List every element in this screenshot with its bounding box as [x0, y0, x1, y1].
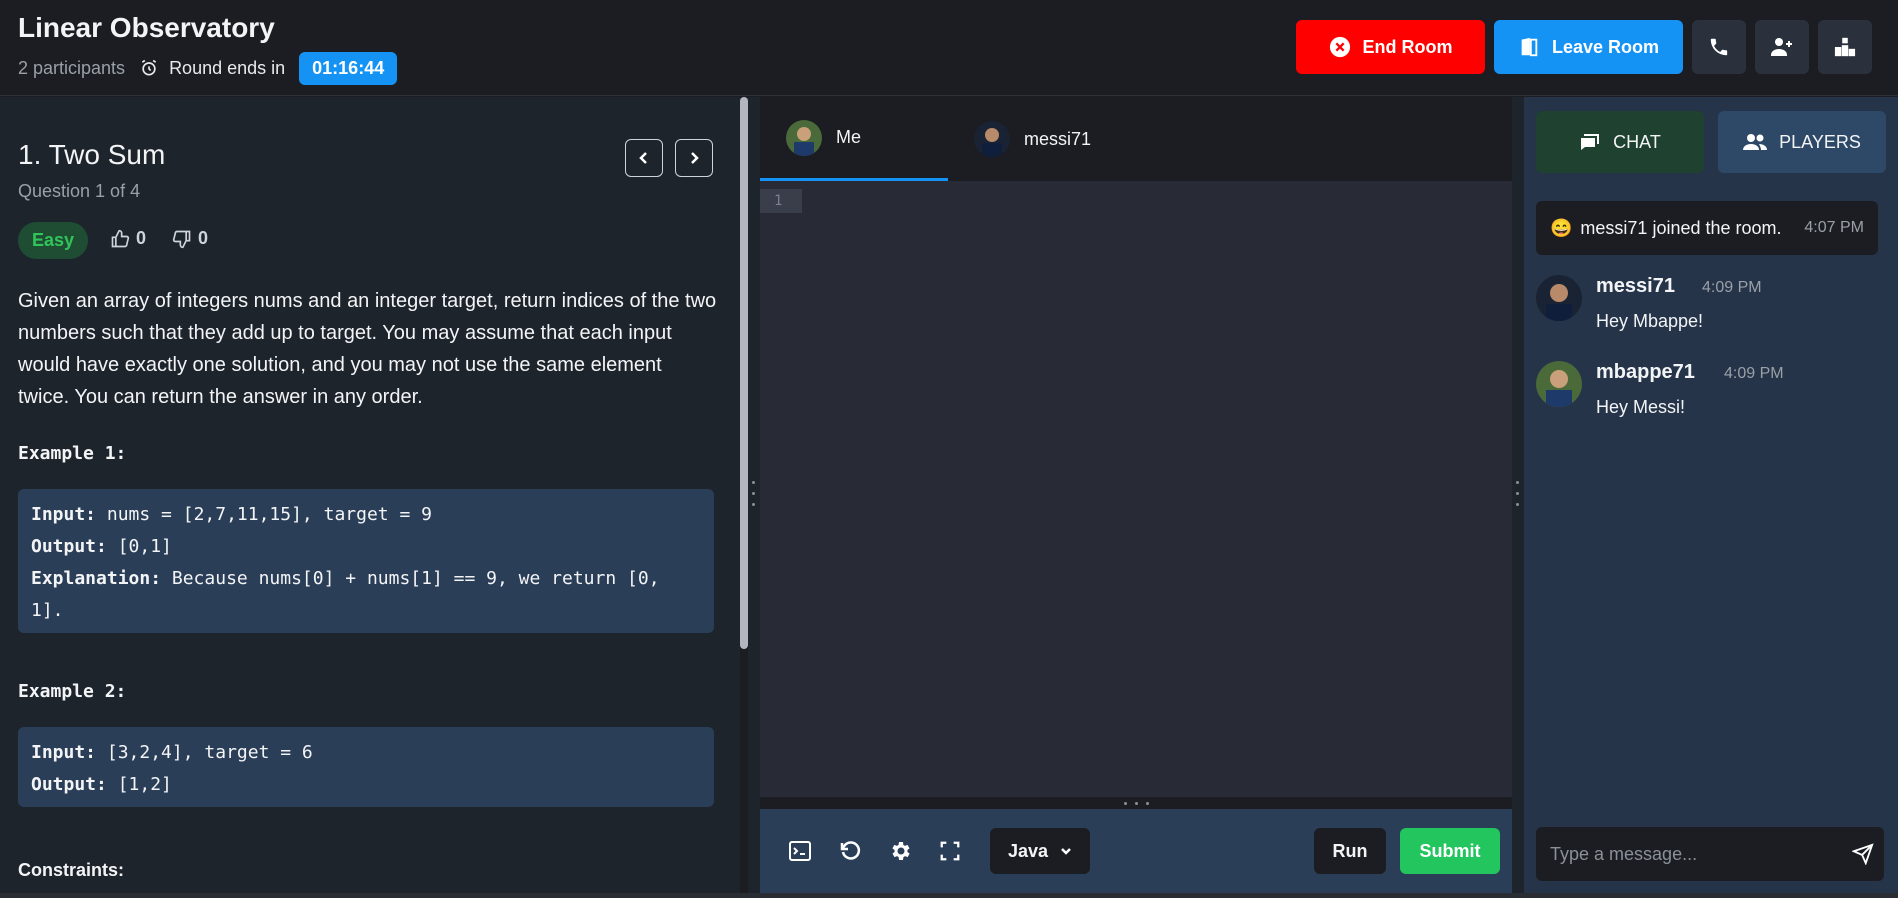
question-scrollbar[interactable] — [740, 97, 748, 649]
example-1-input: nums = [2,7,11,15], target = 9 — [96, 504, 432, 525]
chevron-down-icon — [1061, 848, 1071, 855]
room-status: 2 participants Round ends in 01:16:44 — [18, 51, 398, 85]
editor-tabs: Me messi71 — [760, 97, 1512, 181]
example-2-heading: Example 2: — [18, 681, 127, 702]
send-icon[interactable] — [1852, 843, 1874, 865]
tab-me[interactable]: Me — [760, 97, 948, 181]
previous-question-button[interactable] — [625, 139, 663, 177]
editor-toolbar: Java Run Submit — [760, 809, 1512, 893]
chevron-left-icon — [639, 152, 647, 164]
language-select[interactable]: Java — [990, 828, 1090, 874]
tab-messi71[interactable]: messi71 — [948, 97, 1136, 181]
user-plus-icon — [1771, 38, 1792, 56]
difficulty-badge: Easy — [18, 222, 89, 259]
right-resize-handle[interactable] — [1512, 97, 1524, 893]
system-message-time: 4:07 PM — [1804, 219, 1864, 236]
avatar — [786, 119, 822, 156]
door-exit-icon — [1521, 37, 1538, 57]
leaderboard-button[interactable] — [1818, 20, 1872, 74]
example-1-output: [0,1] — [106, 536, 172, 557]
question-description: Given an array of integers nums and an i… — [18, 290, 717, 408]
round-timer: 01:16:44 — [299, 51, 398, 85]
message-text: Hey Messi! — [1596, 397, 1686, 417]
tab-messi71-label: messi71 — [1024, 128, 1092, 149]
system-message: 😄 messi71 joined the room. 4:07 PM — [1536, 201, 1878, 255]
example-2-block: Input: [3,2,4], target = 6 Output: [1,2] — [18, 727, 714, 807]
users-icon — [1743, 134, 1768, 150]
leave-room-button[interactable]: Leave Room — [1494, 20, 1683, 74]
example-1-input-label: Input: — [31, 504, 97, 525]
message-time: 4:09 PM — [1724, 365, 1784, 382]
submit-button[interactable]: Submit — [1400, 828, 1500, 874]
example-1-explanation-label: Explanation: — [31, 568, 162, 589]
fullscreen-icon[interactable] — [936, 837, 964, 865]
example-1-output-label: Output: — [31, 536, 107, 557]
code-input-area[interactable]: 1 — [760, 181, 1512, 797]
bottom-strip — [0, 893, 1898, 898]
chevron-right-icon — [691, 152, 699, 164]
example-1-heading: Example 1: — [18, 443, 127, 464]
end-room-button[interactable]: End Room — [1296, 20, 1485, 74]
tab-players-label: PLAYERS — [1779, 131, 1861, 152]
terminal-icon[interactable] — [786, 837, 814, 865]
next-question-button[interactable] — [675, 139, 713, 177]
example-2-input-label: Input: — [31, 742, 97, 763]
line-number: 1 — [760, 189, 802, 213]
tab-players[interactable]: PLAYERS — [1718, 111, 1886, 173]
chat-body: CHAT PLAYERS 😄 messi71 joined the room. … — [1524, 97, 1898, 893]
settings-gear-icon[interactable] — [886, 837, 914, 865]
podium-icon — [1834, 37, 1856, 57]
message-time: 4:09 PM — [1702, 279, 1762, 296]
grinning-emoji-icon: 😄 — [1550, 217, 1573, 238]
leave-room-label: Leave Room — [1551, 36, 1660, 57]
app-title: Linear Observatory — [18, 12, 275, 43]
end-room-label: End Room — [1362, 36, 1453, 57]
language-value: Java — [1007, 840, 1049, 861]
phone-icon — [1710, 38, 1728, 56]
example-2-output: [1,2] — [106, 774, 172, 795]
tab-me-label: Me — [836, 127, 862, 147]
thumbs-down-icon — [172, 230, 191, 248]
grip-dots-icon — [1516, 481, 1520, 515]
run-button[interactable]: Run — [1314, 828, 1386, 874]
code-editor-panel: Me messi71 1 Java Run Submit — [760, 97, 1512, 893]
question-counter: Question 1 of 4 — [18, 181, 141, 201]
alarm-clock-icon — [141, 59, 157, 76]
console-resize-handle[interactable] — [760, 797, 1512, 809]
avatar — [1536, 275, 1582, 321]
tab-chat[interactable]: CHAT — [1536, 111, 1704, 173]
message-author: mbappe71 — [1596, 361, 1695, 383]
thumbs-up-icon — [111, 229, 130, 247]
chat-bubble-icon — [1581, 134, 1600, 150]
dislike-count: 0 — [198, 228, 209, 248]
participants-count: 2 participants — [18, 57, 126, 78]
round-ends-label: Round ends in — [169, 57, 286, 78]
reset-icon[interactable] — [836, 837, 864, 865]
avatar — [1536, 361, 1582, 407]
grip-dots-icon — [752, 481, 756, 515]
tab-chat-label: CHAT — [1613, 131, 1661, 152]
voice-call-button[interactable] — [1692, 20, 1746, 74]
message-text: Hey Mbappe! — [1596, 311, 1704, 331]
question-panel: 1. Two Sum Question 1 of 4 Easy 0 0 Give… — [0, 97, 740, 893]
example-2-input: [3,2,4], target = 6 — [96, 742, 313, 763]
constraints-heading: Constraints: — [18, 860, 125, 880]
top-bar: Linear Observatory 2 participants Round … — [0, 0, 1898, 96]
dislike-button[interactable]: 0 — [172, 228, 208, 249]
avatar — [974, 121, 1010, 157]
invite-player-button[interactable] — [1755, 20, 1809, 74]
example-1-block: Input: nums = [2,7,11,15], target = 9 Ou… — [18, 489, 714, 633]
close-circle-icon — [1329, 36, 1350, 58]
system-message-text: messi71 joined the room. — [1580, 217, 1782, 238]
example-2-output-label: Output: — [31, 774, 107, 795]
chat-panel: CHAT PLAYERS 😄 messi71 joined the room. … — [1524, 97, 1898, 893]
like-count: 0 — [136, 228, 147, 248]
message-author: messi71 — [1596, 275, 1675, 297]
like-button[interactable]: 0 — [110, 228, 146, 249]
left-resize-handle[interactable] — [748, 97, 760, 893]
chat-message-input[interactable] — [1536, 827, 1884, 881]
question-title: 1. Two Sum — [18, 139, 166, 170]
